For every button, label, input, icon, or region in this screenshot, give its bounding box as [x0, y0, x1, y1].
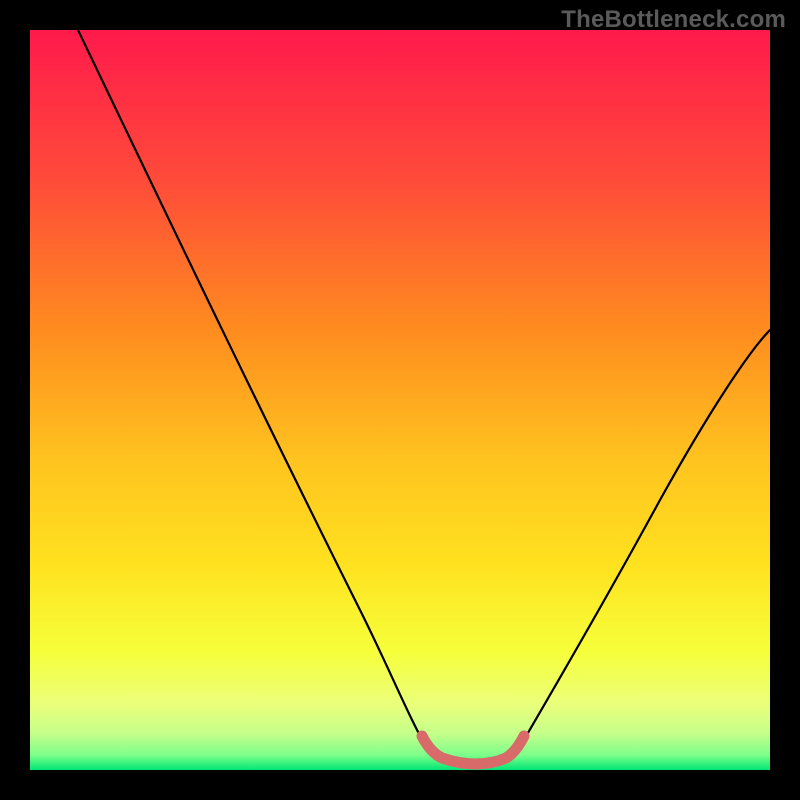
optimal-band: [422, 736, 524, 764]
curve-layer: [30, 30, 770, 770]
chart-frame: TheBottleneck.com: [0, 0, 800, 800]
bottleneck-curve-left: [78, 30, 428, 750]
plot-area: [30, 30, 770, 770]
watermark-label: TheBottleneck.com: [561, 6, 786, 34]
bottleneck-curve-right: [518, 330, 770, 750]
